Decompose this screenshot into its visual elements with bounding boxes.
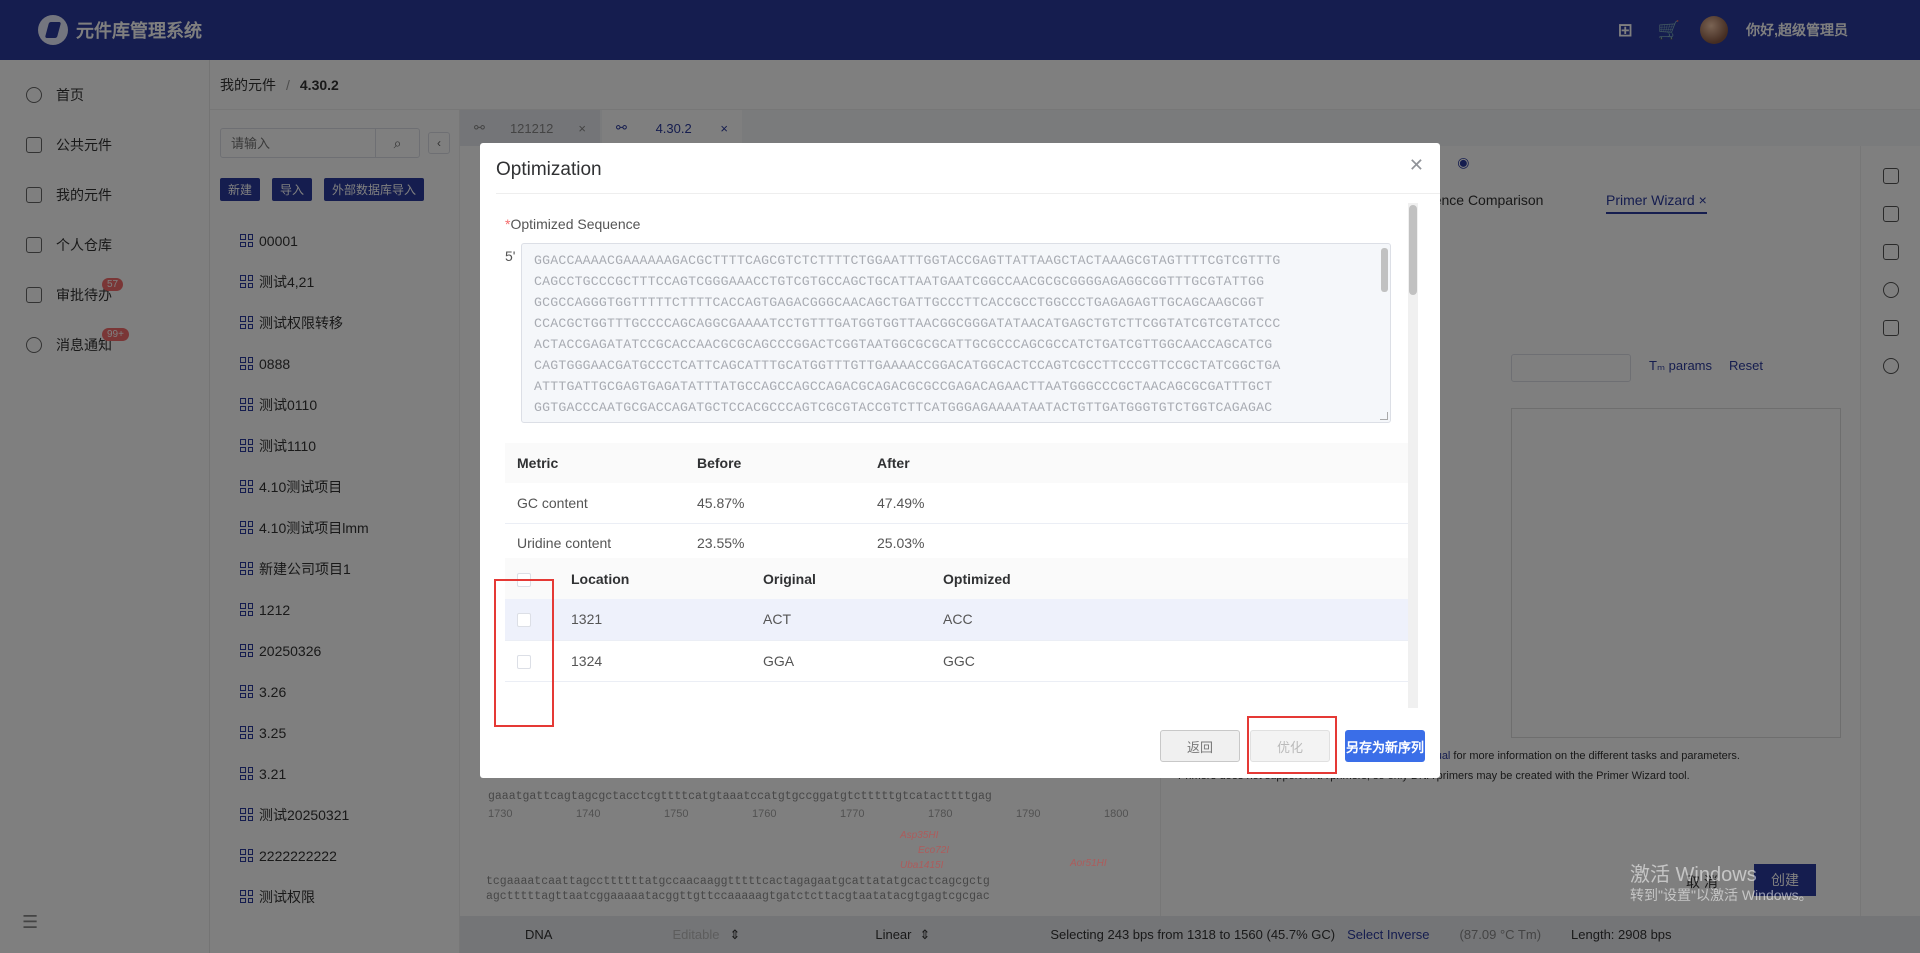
resize-handle[interactable]	[1380, 412, 1388, 420]
enzyme-label: Aor51HI	[1070, 858, 1107, 869]
original-cell: ACT	[751, 599, 931, 641]
after-cell: 25.03%	[865, 523, 1408, 564]
table-row[interactable]: 1321 ACT ACC	[505, 599, 1408, 641]
ruler-tick-label: 1740	[576, 808, 601, 820]
table-row: GC content 45.87% 47.49%	[505, 483, 1408, 524]
ruler-tick-label: 1800	[1104, 808, 1129, 820]
sequence-line: CAGTGGGAACGATGCCCTCATTCAGCATTTGCATGGTTTG…	[534, 358, 1281, 373]
sequence-line: ATTTGATTGCGAGTGAGATATTTATGCCAGCCAGCCAGAC…	[534, 379, 1273, 394]
sequence-line: GGTGACCCAATGCGACCAGATGCTCCACGCCCAGTCGCGT…	[534, 400, 1273, 415]
dialog-scrollbar-thumb[interactable]	[1409, 205, 1417, 295]
optimized-cell: GGC	[931, 640, 1408, 682]
seq-line-forward: tcgaaaatcaattagccttttttatgccaacaaggttttt…	[486, 875, 990, 888]
enzyme-labels: Asp35HI Eco72I Uba1415I	[900, 828, 949, 873]
windows-watermark-sub: 转到"设置"以激活 Windows。	[1630, 887, 1813, 903]
ruler-tick-label: 1750	[664, 808, 689, 820]
optimized-sequence-label: *Optimized Sequence	[505, 216, 640, 232]
sequence-line: GGACCAAAACGAAAAAAGACGCTTTTCAGCGTCTCTTTTC…	[534, 253, 1281, 268]
dialog-body: *Optimized Sequence 5' GGACCAAAACGAAAAAA…	[505, 203, 1417, 703]
textarea-scrollbar[interactable]	[1381, 248, 1388, 292]
column-header: Metric	[505, 443, 685, 483]
enzyme-label: Uba1415I	[900, 860, 944, 871]
enzyme-label: Eco72I	[918, 845, 950, 856]
table-row: Uridine content 23.55% 25.03%	[505, 523, 1408, 564]
optimized-sequence-textarea[interactable]: GGACCAAAACGAAAAAAGACGCTTTTCAGCGTCTCTTTTC…	[521, 243, 1391, 423]
seq-line-top: gaaatgattcagtagcgctacctcgttttcatgtaaatcc…	[488, 790, 992, 803]
column-header: Optimized	[931, 558, 1408, 599]
metric-cell: Uridine content	[505, 523, 685, 564]
ruler-tick-label: 1780	[928, 808, 953, 820]
dialog-title: Optimization	[496, 159, 602, 180]
divider	[496, 193, 1440, 194]
after-cell: 47.49%	[865, 483, 1408, 524]
sequence-line: ACTACCGAGATATCCGCACCAACGCGCAGCCCGGACTCGG…	[534, 337, 1273, 352]
column-header: Original	[751, 558, 931, 599]
sequence-line: GCGCCAGGGTGGTTTTTCTTTTCACCAGTGAGACGGGCAA…	[534, 295, 1265, 310]
table-row[interactable]: 1324 GGA GGC	[505, 640, 1408, 682]
ruler-tick-label: 1730	[488, 808, 513, 820]
save-as-new-sequence-button[interactable]: 另存为新序列	[1345, 730, 1425, 762]
close-icon[interactable]: ✕	[1409, 155, 1424, 176]
column-header: Before	[685, 443, 865, 483]
changes-table: Location Original Optimized 1321 ACT ACC…	[505, 558, 1408, 682]
location-cell: 1321	[571, 599, 751, 641]
sequence-lines: GGACCAAAACGAAAAAAGACGCTTTTCAGCGTCTCTTTTC…	[534, 250, 1378, 418]
highlight-box-optimize	[1247, 716, 1337, 774]
ruler-tick-label: 1760	[752, 808, 777, 820]
metric-cell: GC content	[505, 483, 685, 524]
before-cell: 23.55%	[685, 523, 865, 564]
original-cell: GGA	[751, 640, 931, 682]
optimization-dialog: Optimization ✕ *Optimized Sequence 5' GG…	[480, 143, 1440, 778]
column-header: Location	[571, 558, 751, 599]
five-prime-label: 5'	[505, 248, 516, 264]
windows-watermark: 激活 Windows	[1630, 864, 1757, 886]
optimized-cell: ACC	[931, 599, 1408, 641]
ruler-tick-label: 1790	[1016, 808, 1041, 820]
back-button[interactable]: 返回	[1160, 730, 1240, 762]
seq-line-reverse: agctttttagttaatcggaaaaatacggttgttccaaaaa…	[486, 890, 990, 903]
highlight-box-checkboxes	[494, 579, 554, 727]
field-label-text: Optimized Sequence	[510, 216, 641, 232]
sequence-line: CAGCCTGCCCGCTTTCCAGTCGGGAAACCTGTCGTGCCAG…	[534, 274, 1265, 289]
ruler-tick-label: 1770	[840, 808, 865, 820]
location-cell: 1324	[571, 640, 751, 682]
metrics-table: Metric Before After GC content 45.87% 47…	[505, 443, 1408, 564]
before-cell: 45.87%	[685, 483, 865, 524]
column-header: After	[865, 443, 1408, 483]
enzyme-label: Asp35HI	[900, 830, 939, 841]
sequence-line: CCACGCTGGTTTGCCCCAGCAGGCGAAAATCCTGTTTGAT…	[534, 316, 1281, 331]
